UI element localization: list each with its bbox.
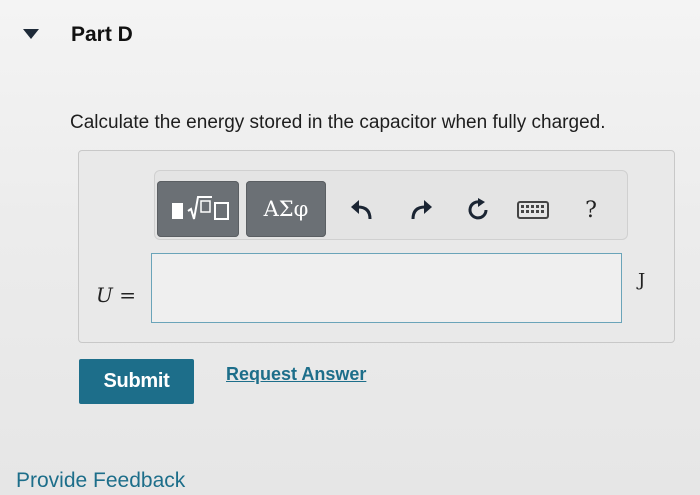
undo-icon[interactable] [345,193,379,227]
redo-icon[interactable] [404,193,438,227]
equals-sign: = [119,283,136,307]
provide-feedback-link[interactable]: Provide Feedback [16,469,185,493]
request-answer-link[interactable]: Request Answer [226,364,366,385]
reset-icon[interactable] [461,193,495,227]
help-button[interactable]: ? [574,193,608,227]
unit-label: J [638,270,646,291]
keyboard-icon[interactable] [516,193,550,227]
templates-radical-icon [172,196,229,220]
submit-button[interactable]: Submit [79,359,194,404]
templates-button[interactable] [157,181,239,237]
part-title: Part D [71,23,133,46]
answer-variable-label: U = [96,283,136,307]
collapse-toggle-icon[interactable] [23,29,39,39]
answer-input[interactable] [151,253,622,323]
question-text: Calculate the energy stored in the capac… [70,112,606,133]
answer-variable: U [96,283,113,307]
symbols-button[interactable]: ΑΣφ [246,181,326,237]
